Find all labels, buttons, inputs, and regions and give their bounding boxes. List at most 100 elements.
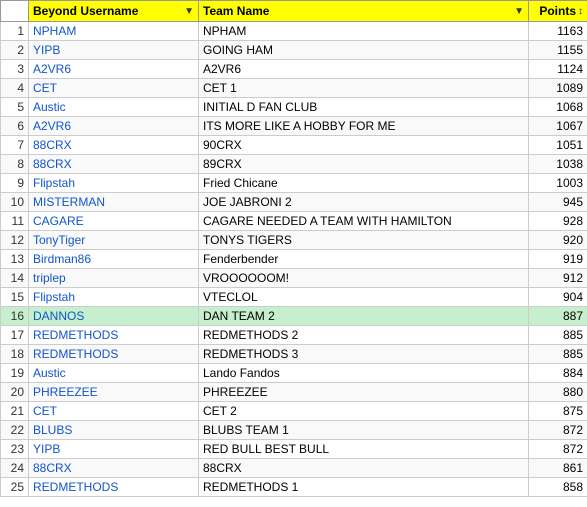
row-number: 24 bbox=[1, 459, 29, 478]
row-number: 14 bbox=[1, 269, 29, 288]
points-cell: 1067 bbox=[529, 117, 587, 136]
table-row: 18REDMETHODSREDMETHODS 3885 bbox=[1, 345, 587, 364]
table-row: 23YIPBRED BULL BEST BULL872 bbox=[1, 440, 587, 459]
table-row: 4CETCET 11089 bbox=[1, 79, 587, 98]
team-cell: REDMETHODS 1 bbox=[199, 478, 529, 497]
team-filter-icon[interactable]: ▼ bbox=[514, 6, 524, 17]
row-number: 7 bbox=[1, 136, 29, 155]
row-number: 10 bbox=[1, 193, 29, 212]
username-cell: REDMETHODS bbox=[29, 345, 199, 364]
table-row: 17REDMETHODSREDMETHODS 2885 bbox=[1, 326, 587, 345]
username-cell: 88CRX bbox=[29, 155, 199, 174]
username-cell: DANNOS bbox=[29, 307, 199, 326]
row-number: 13 bbox=[1, 250, 29, 269]
team-header[interactable]: Team Name ▼ bbox=[199, 1, 529, 22]
table-row: 12TonyTigerTONYS TIGERS920 bbox=[1, 231, 587, 250]
points-cell: 1124 bbox=[529, 60, 587, 79]
row-number: 21 bbox=[1, 402, 29, 421]
username-cell: A2VR6 bbox=[29, 117, 199, 136]
row-number: 15 bbox=[1, 288, 29, 307]
username-cell: CET bbox=[29, 402, 199, 421]
table-row: 19AusticLando Fandos884 bbox=[1, 364, 587, 383]
points-cell: 1003 bbox=[529, 174, 587, 193]
points-cell: 904 bbox=[529, 288, 587, 307]
points-cell: 872 bbox=[529, 421, 587, 440]
table-row: 1NPHAMNPHAM1163 bbox=[1, 22, 587, 41]
points-cell: 928 bbox=[529, 212, 587, 231]
team-cell: CET 2 bbox=[199, 402, 529, 421]
table-row: 2488CRX88CRX861 bbox=[1, 459, 587, 478]
points-cell: 1051 bbox=[529, 136, 587, 155]
team-cell: JOE JABRONI 2 bbox=[199, 193, 529, 212]
row-number: 4 bbox=[1, 79, 29, 98]
row-number: 20 bbox=[1, 383, 29, 402]
row-number: 17 bbox=[1, 326, 29, 345]
row-number: 3 bbox=[1, 60, 29, 79]
username-cell: A2VR6 bbox=[29, 60, 199, 79]
username-cell: Flipstah bbox=[29, 288, 199, 307]
username-cell: 88CRX bbox=[29, 459, 199, 478]
username-cell: Austic bbox=[29, 364, 199, 383]
team-cell: 89CRX bbox=[199, 155, 529, 174]
username-cell: 88CRX bbox=[29, 136, 199, 155]
team-cell: DAN TEAM 2 bbox=[199, 307, 529, 326]
username-cell: Birdman86 bbox=[29, 250, 199, 269]
points-cell: 920 bbox=[529, 231, 587, 250]
row-number: 25 bbox=[1, 478, 29, 497]
table-row: 888CRX89CRX1038 bbox=[1, 155, 587, 174]
username-cell: Flipstah bbox=[29, 174, 199, 193]
username-header[interactable]: Beyond Username ▼ bbox=[29, 1, 199, 22]
table-row: 14triplepVROOOOOOM!912 bbox=[1, 269, 587, 288]
username-filter-icon[interactable]: ▼ bbox=[184, 6, 194, 17]
username-cell: PHREEZEE bbox=[29, 383, 199, 402]
team-cell: RED BULL BEST BULL bbox=[199, 440, 529, 459]
table-row: 2YIPBGOING HAM1155 bbox=[1, 41, 587, 60]
row-number: 11 bbox=[1, 212, 29, 231]
team-cell: REDMETHODS 2 bbox=[199, 326, 529, 345]
points-cell: 919 bbox=[529, 250, 587, 269]
table-row: 15FlipstahVTECLOL904 bbox=[1, 288, 587, 307]
table-row: 25REDMETHODSREDMETHODS 1858 bbox=[1, 478, 587, 497]
team-cell: NPHAM bbox=[199, 22, 529, 41]
points-cell: 1155 bbox=[529, 41, 587, 60]
leaderboard-table: Beyond Username ▼ Team Name ▼ Points ↕ bbox=[0, 0, 587, 497]
username-cell: BLUBS bbox=[29, 421, 199, 440]
row-number: 19 bbox=[1, 364, 29, 383]
table-row: 22BLUBSBLUBS TEAM 1872 bbox=[1, 421, 587, 440]
row-number: 6 bbox=[1, 117, 29, 136]
points-cell: 885 bbox=[529, 345, 587, 364]
row-number: 8 bbox=[1, 155, 29, 174]
points-cell: 858 bbox=[529, 478, 587, 497]
points-cell: 875 bbox=[529, 402, 587, 421]
row-number: 23 bbox=[1, 440, 29, 459]
table-row: 788CRX90CRX1051 bbox=[1, 136, 587, 155]
points-cell: 887 bbox=[529, 307, 587, 326]
team-cell: CAGARE NEEDED A TEAM WITH HAMILTON bbox=[199, 212, 529, 231]
team-cell: A2VR6 bbox=[199, 60, 529, 79]
row-number: 22 bbox=[1, 421, 29, 440]
points-cell: 880 bbox=[529, 383, 587, 402]
points-cell: 1089 bbox=[529, 79, 587, 98]
team-cell: VTECLOL bbox=[199, 288, 529, 307]
team-cell: REDMETHODS 3 bbox=[199, 345, 529, 364]
username-cell: TonyTiger bbox=[29, 231, 199, 250]
table-row: 13Birdman86Fenderbender919 bbox=[1, 250, 587, 269]
username-cell: YIPB bbox=[29, 41, 199, 60]
team-cell: 88CRX bbox=[199, 459, 529, 478]
points-header[interactable]: Points ↕ bbox=[529, 1, 587, 22]
points-cell: 872 bbox=[529, 440, 587, 459]
table-row: 6A2VR6ITS MORE LIKE A HOBBY FOR ME1067 bbox=[1, 117, 587, 136]
points-cell: 1038 bbox=[529, 155, 587, 174]
team-cell: VROOOOOOM! bbox=[199, 269, 529, 288]
team-cell: Fried Chicane bbox=[199, 174, 529, 193]
points-filter-icon[interactable]: ↕ bbox=[578, 6, 583, 17]
points-cell: 885 bbox=[529, 326, 587, 345]
username-cell: YIPB bbox=[29, 440, 199, 459]
table-row: 16DANNOSDAN TEAM 2887 bbox=[1, 307, 587, 326]
username-cell: Austic bbox=[29, 98, 199, 117]
table-row: 9FlipstahFried Chicane1003 bbox=[1, 174, 587, 193]
table-row: 20PHREEZEEPHREEZEE880 bbox=[1, 383, 587, 402]
row-number: 12 bbox=[1, 231, 29, 250]
table-row: 5AusticINITIAL D FAN CLUB1068 bbox=[1, 98, 587, 117]
username-cell: NPHAM bbox=[29, 22, 199, 41]
